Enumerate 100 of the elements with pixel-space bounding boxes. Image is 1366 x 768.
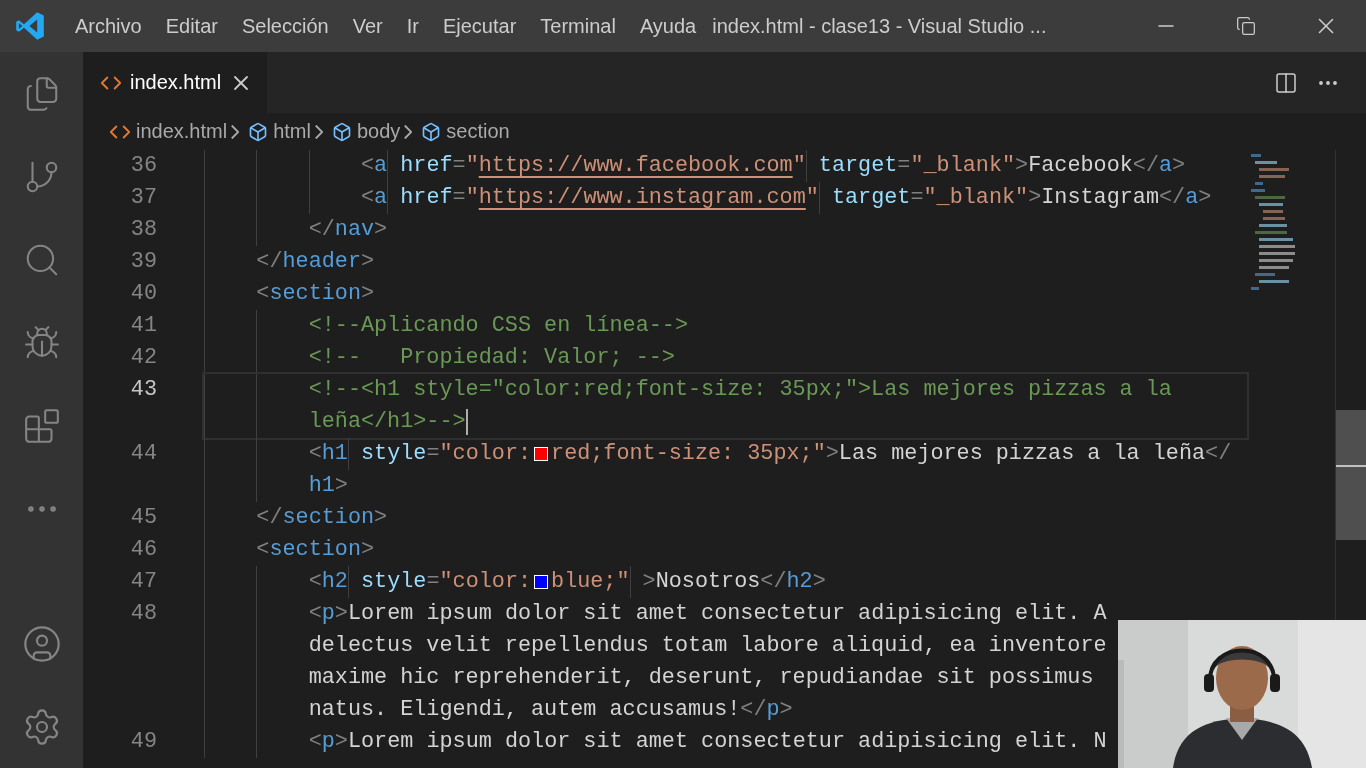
bracket: </ <box>308 216 335 244</box>
text-content: Facebook <box>1028 152 1133 180</box>
text-content: maxime hic reprehenderit, deserunt, repudiandae sit possimus <box>308 664 1094 692</box>
link-string: https://www.instagram.com <box>478 184 806 212</box>
bracket: > <box>360 536 375 564</box>
bracket: = <box>897 152 911 180</box>
tag-name: h1 <box>308 472 335 500</box>
text-cursor <box>465 409 468 435</box>
line-number: 40 <box>129 280 158 308</box>
menu-item[interactable]: Editar <box>153 14 230 38</box>
bracket: > <box>334 728 348 756</box>
string-value: "color: <box>439 440 532 468</box>
bracket: </ <box>740 696 767 724</box>
bracket: > <box>1198 184 1212 212</box>
tag-name: nav <box>334 216 375 244</box>
tag-name: section <box>282 504 375 532</box>
string-value: "_blank" <box>910 152 1016 180</box>
bracket: < <box>308 600 322 628</box>
tag-name: h2 <box>786 568 813 596</box>
menu-item[interactable]: Ver <box>340 14 395 38</box>
cube-icon <box>248 121 269 142</box>
text-content: delectus velit repellendus totam labore aliquid, ea inventore <box>308 632 1107 660</box>
tag-name: p <box>321 600 335 628</box>
link-string: https://www.facebook.com <box>478 152 793 180</box>
account-icon[interactable] <box>21 623 62 664</box>
line-number: 41 <box>129 312 158 340</box>
menu-item[interactable]: Ir <box>394 14 431 38</box>
tag-name: section <box>269 280 361 308</box>
bracket: > <box>1172 152 1186 180</box>
menu-item[interactable]: Ayuda <box>627 14 709 38</box>
editor-tab[interactable]: index.html <box>83 52 268 113</box>
line-number: 42 <box>129 344 158 372</box>
string-value: " <box>792 152 806 180</box>
string-value: " <box>465 152 479 180</box>
menu-item[interactable]: Selección <box>229 14 341 38</box>
bracket: < <box>360 184 375 212</box>
tag-name: h2 <box>321 568 348 596</box>
bracket: > <box>360 248 375 276</box>
scrollbar-thumb[interactable] <box>1336 410 1366 540</box>
attribute-name: href <box>400 152 453 180</box>
bracket: = <box>426 568 440 596</box>
text-content: Nosotros <box>655 568 761 596</box>
line-number: 44 <box>129 440 158 468</box>
color-swatch[interactable] <box>534 575 549 589</box>
color-swatch[interactable] <box>534 447 549 461</box>
line-number: 47 <box>129 568 158 596</box>
bracket: = <box>452 184 466 212</box>
bracket: = <box>426 440 440 468</box>
text-content: Las mejores pizzas a la leña <box>838 440 1206 468</box>
chevron-icon <box>231 124 240 139</box>
tag-name: section <box>269 536 361 564</box>
breadcrumb-item[interactable]: body <box>356 120 401 143</box>
cube-icon <box>331 121 352 142</box>
minimap-drawing[interactable] <box>1251 154 1295 290</box>
line-number: 36 <box>129 152 158 180</box>
bracket: > <box>374 216 388 244</box>
tag-name: header <box>282 248 361 276</box>
split-editor-icon[interactable] <box>1274 70 1298 95</box>
attribute-name: target <box>818 152 898 180</box>
blocks-icon[interactable] <box>22 406 61 445</box>
restore-icon[interactable] <box>1236 16 1256 36</box>
line-number: 37 <box>129 184 158 212</box>
bracket: > <box>642 568 656 596</box>
attribute-name: href <box>400 184 453 212</box>
window-title: index.html - clase13 - Visual Studio ... <box>712 14 1048 38</box>
bracket: > <box>779 696 793 724</box>
bracket: < <box>308 728 322 756</box>
breadcrumb-item[interactable]: html <box>273 120 311 143</box>
string-value: "_blank" <box>923 184 1029 212</box>
tag-name: a <box>1159 152 1173 180</box>
chevron-icon <box>404 124 413 139</box>
menu-item[interactable]: Archivo <box>63 14 154 38</box>
line-number: 45 <box>129 504 158 532</box>
bracket: = <box>910 184 924 212</box>
attribute-name: target <box>831 184 911 212</box>
app-logo-icon <box>15 11 45 41</box>
bracket: > <box>334 472 348 500</box>
line-number: 48 <box>129 600 158 628</box>
string-value: " <box>805 184 819 212</box>
text-content: Lorem ipsum dolor sit amet consectetur adipisicing elit. A <box>347 600 1107 628</box>
comment-text: <!-- Propiedad: Valor; --> <box>308 344 675 372</box>
tag-name: p <box>321 728 335 756</box>
line-number: 49 <box>129 728 158 756</box>
bracket: </ <box>760 568 787 596</box>
text-content: Lorem ipsum dolor sit amet consectetur adipisicing elit. N <box>347 728 1107 756</box>
breadcrumb-item[interactable]: section <box>446 120 510 143</box>
breadcrumb-item[interactable]: index.html <box>136 120 228 143</box>
menu-item[interactable]: Terminal <box>528 14 628 38</box>
bracket: > <box>1015 152 1029 180</box>
bracket: < <box>256 536 270 564</box>
bracket: > <box>812 568 826 596</box>
menu-item[interactable]: Ejecutar <box>430 14 529 38</box>
tag-name: h1 <box>321 440 348 468</box>
bracket: > <box>1028 184 1042 212</box>
string-value: red;font-size: 35px;" <box>551 440 826 468</box>
comment-text: <!--<h1 style="color:red;font-size: 35px;">Las mejores pizzas a la <box>308 376 1172 404</box>
line-number: 38 <box>129 216 158 244</box>
bracket: </ <box>256 248 283 276</box>
attribute-name: style <box>361 440 427 468</box>
text-content: Instagram <box>1041 184 1159 212</box>
